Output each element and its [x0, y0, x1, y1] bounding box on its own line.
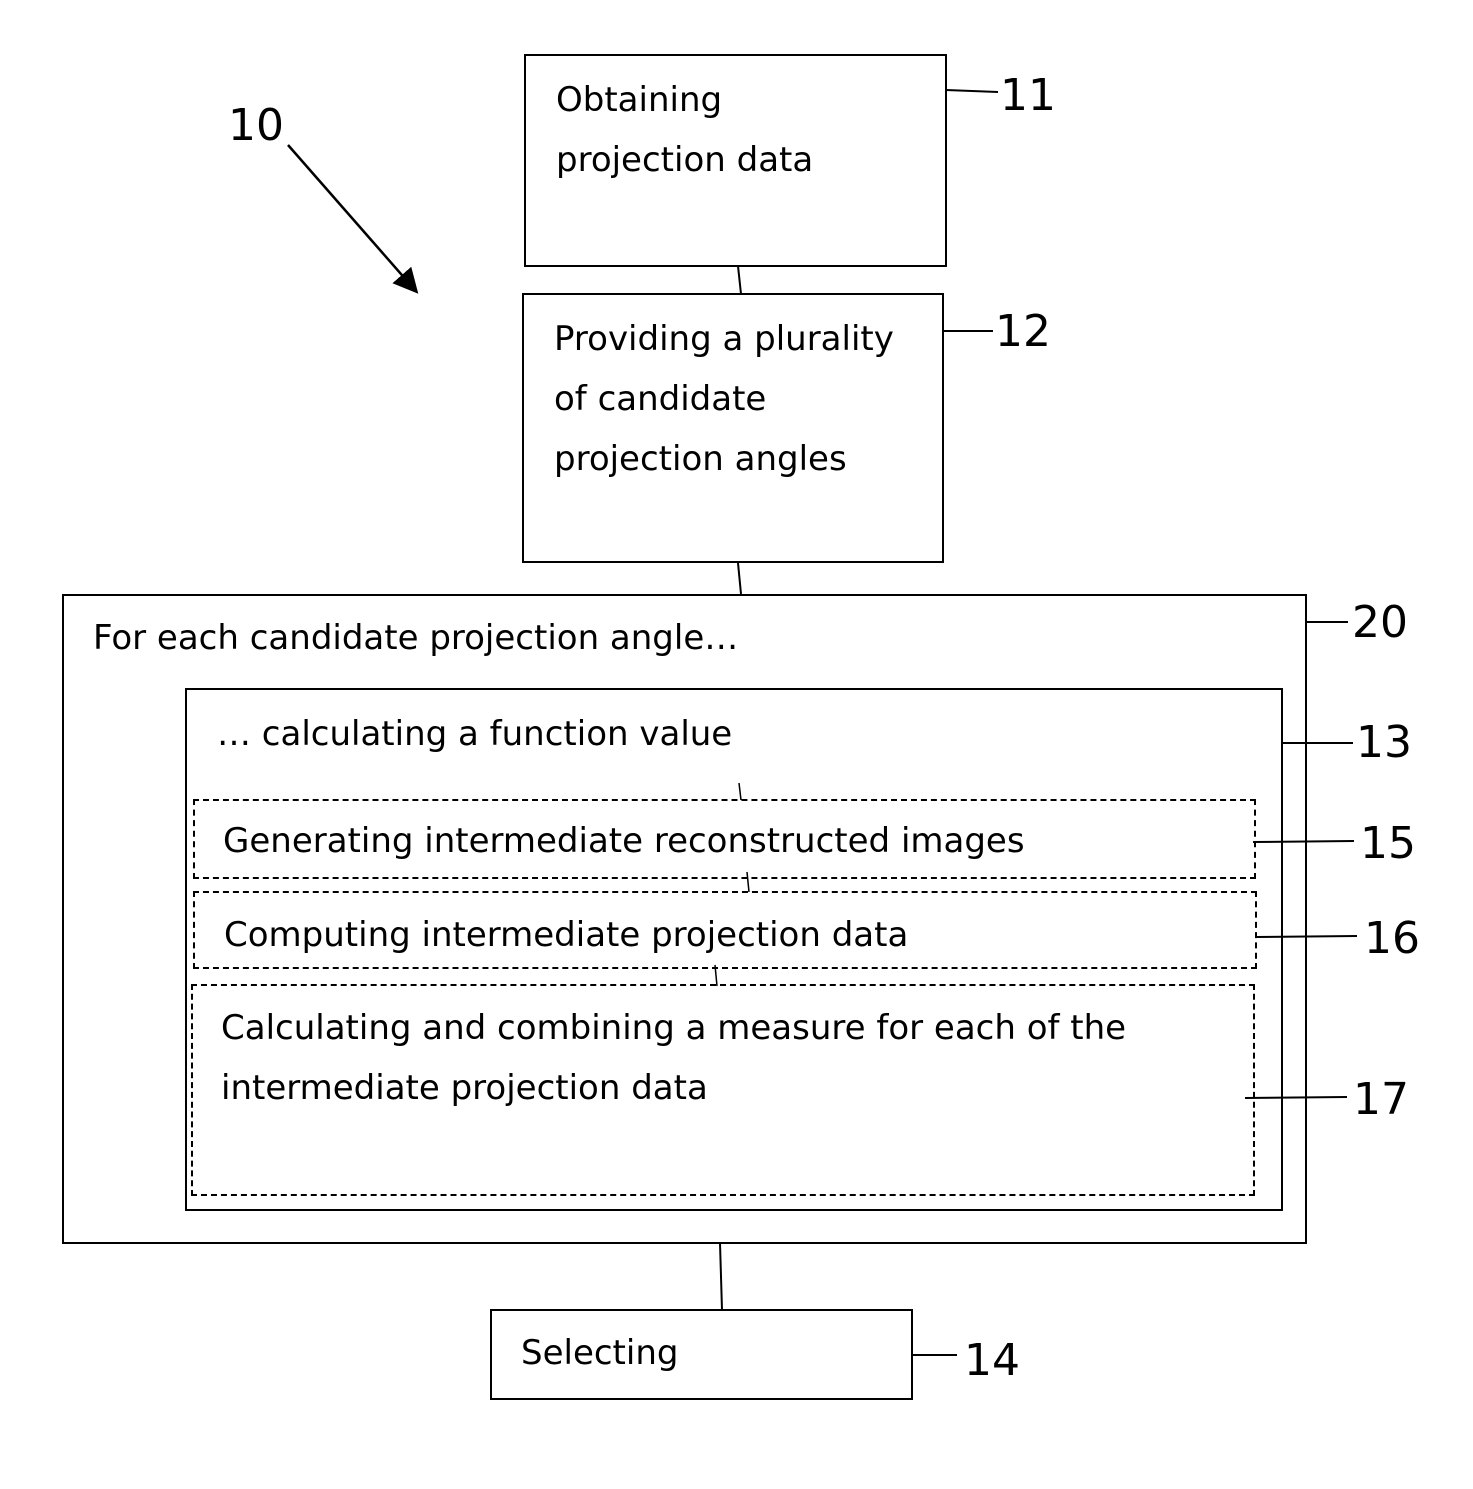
step-14-text: Selecting	[521, 1333, 679, 1373]
step-15-box: Generating intermediate reconstructed im…	[193, 799, 1256, 879]
step-11-line-2: projection data	[556, 140, 814, 180]
step-11-box: Obtaining projection data	[524, 54, 947, 267]
step-12-line-1: Providing a plurality	[554, 319, 894, 359]
loop-20-ref: 20	[1352, 597, 1408, 648]
connector-20-14	[719, 1242, 723, 1311]
step-11-line-1: Obtaining	[556, 80, 723, 120]
figure-ref-label: 10	[228, 100, 284, 151]
step-15-ref: 15	[1360, 818, 1416, 869]
step-17-ref: 17	[1353, 1074, 1409, 1125]
step-13-ref: 13	[1356, 717, 1412, 768]
step-16-ref: 16	[1364, 913, 1420, 964]
step-17-line-1: Calculating and combining a measure for …	[221, 1008, 1127, 1048]
step-16-box: Computing intermediate projection data	[193, 891, 1257, 969]
step-17-line-2: intermediate projection data	[221, 1068, 708, 1108]
step-14-box: Selecting	[490, 1309, 913, 1400]
step-12-box: Providing a plurality of candidate proje…	[522, 293, 944, 563]
step-13-text: … calculating a function value	[217, 714, 733, 754]
step-11-ref: 11	[1000, 70, 1056, 121]
step-12-line-2: of candidate	[554, 379, 767, 419]
connector-11-12	[737, 265, 742, 295]
step-14-ref: 14	[964, 1335, 1020, 1386]
step-12-line-3: projection angles	[554, 439, 847, 479]
step-15-text: Generating intermediate reconstructed im…	[223, 821, 1025, 861]
figure-arrow	[287, 144, 419, 294]
step-12-ref: 12	[995, 306, 1051, 357]
step-17-box: Calculating and combining a measure for …	[191, 984, 1255, 1196]
loop-20-text: For each candidate projection angle…	[93, 618, 739, 658]
leader-11	[945, 89, 999, 93]
step-16-text: Computing intermediate projection data	[224, 915, 909, 955]
connector-12-20	[737, 562, 742, 595]
